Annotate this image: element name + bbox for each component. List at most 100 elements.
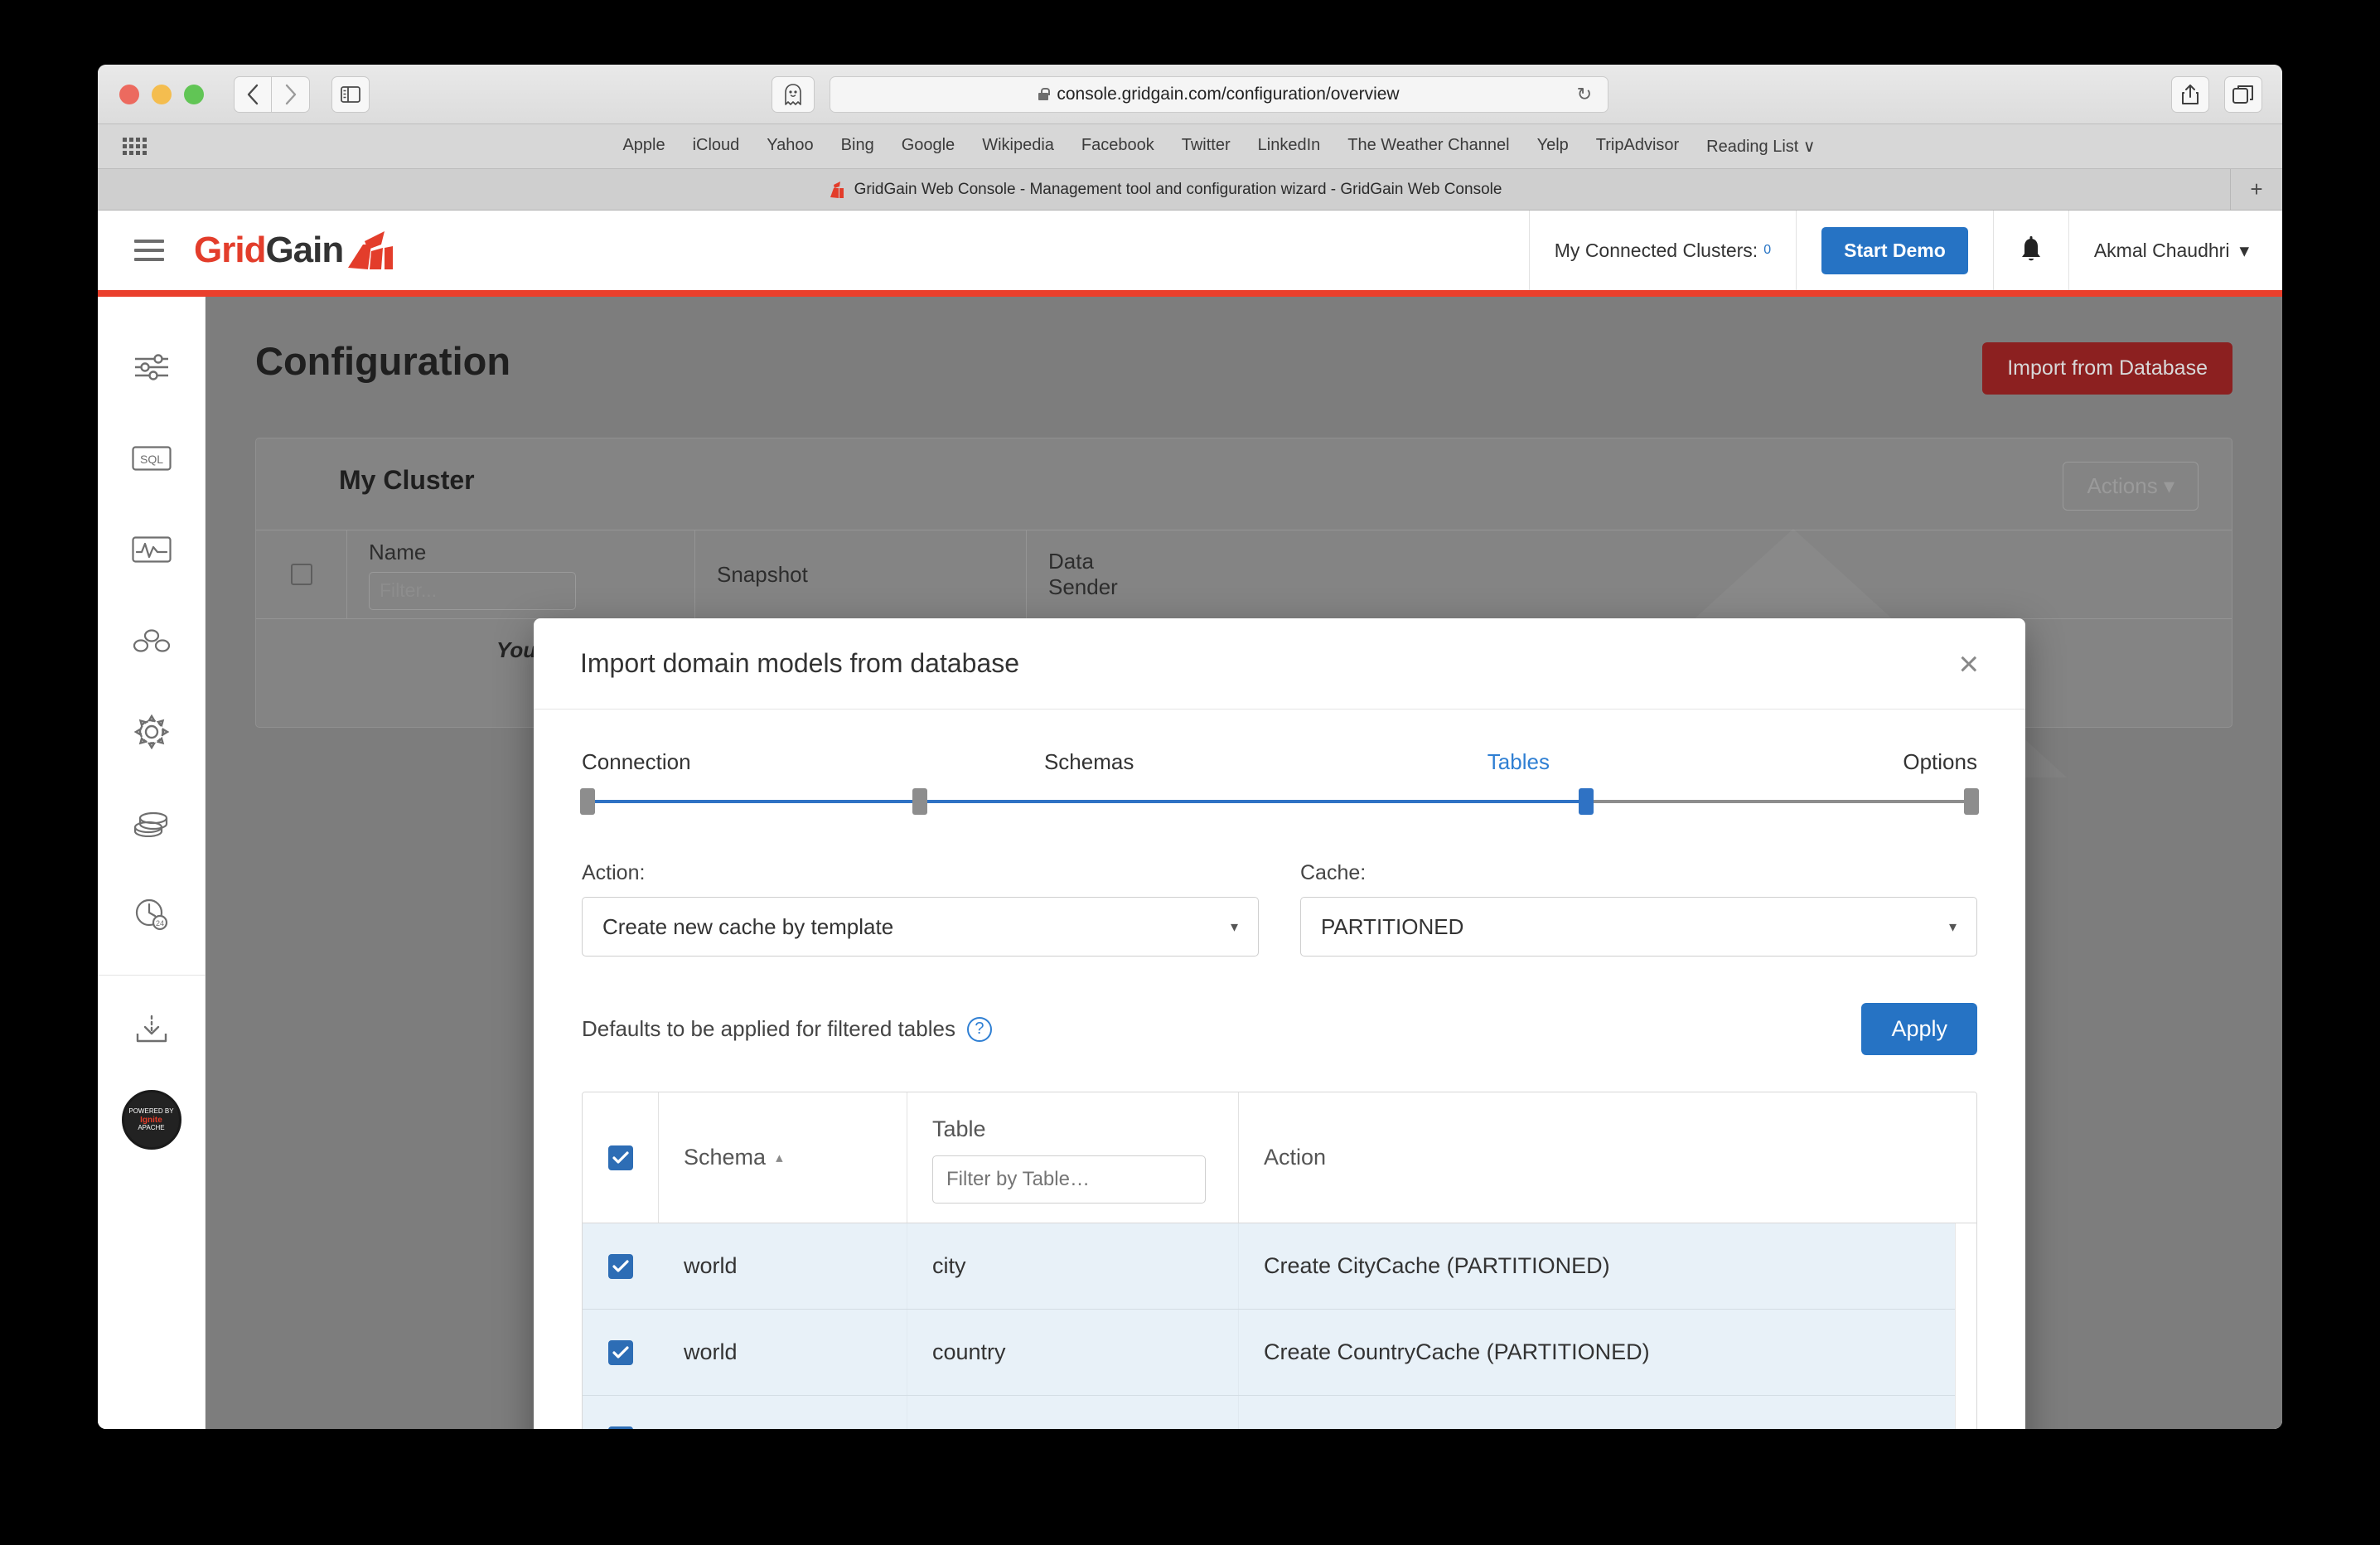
actions-dropdown-button[interactable]: Actions ▾	[2063, 462, 2199, 511]
sidebar-item-settings[interactable]	[98, 686, 206, 777]
sidebar-item-sql[interactable]: SQL	[98, 413, 206, 504]
stepper-marker-schemas[interactable]	[912, 788, 927, 815]
chevron-down-icon: ▾	[1948, 918, 1957, 935]
gridgain-logo[interactable]: GridGain	[194, 230, 394, 271]
table-row[interactable]: world city Create CityCache (PARTITIONED…	[583, 1223, 1976, 1310]
notifications-cell[interactable]	[1992, 211, 2068, 290]
reload-icon[interactable]: ↻	[1577, 84, 1592, 105]
tab-bar: GridGain Web Console - Management tool a…	[98, 169, 2282, 211]
step-label-schemas[interactable]: Schemas	[1044, 749, 1134, 775]
page-title: Configuration	[255, 339, 511, 383]
start-demo-button[interactable]: Start Demo	[1821, 226, 1968, 274]
sidebar-item-history[interactable]: 24	[98, 869, 206, 960]
import-from-database-button[interactable]: Import from Database	[1982, 342, 2232, 395]
bookmark-wikipedia[interactable]: Wikipedia	[982, 136, 1054, 157]
configuration-sliders-icon	[134, 354, 168, 380]
back-button[interactable]	[234, 75, 272, 113]
cache-select[interactable]: PARTITIONED ▾	[1300, 897, 1977, 957]
name-filter-input[interactable]: Filter...	[369, 571, 576, 610]
modal-title: Import domain models from database	[580, 648, 1020, 678]
row-action: Create CityCache (PARTITIONED)	[1264, 1253, 1610, 1278]
url-input[interactable]: console.gridgain.com/configuration/overv…	[830, 75, 1608, 113]
bookmark-linkedin[interactable]: LinkedIn	[1258, 136, 1321, 157]
app-sidebar: SQL 24 POWERED BY Ignite APACHE	[98, 297, 206, 1429]
user-menu[interactable]: Akmal Chaudhri ▾	[2068, 211, 2282, 290]
new-tab-button[interactable]: +	[2231, 169, 2282, 210]
toolbar-right-buttons	[2171, 75, 2262, 113]
stepper-labels: Connection Schemas Tables Options	[582, 749, 1977, 775]
stepper-track	[579, 788, 1980, 815]
select-all-checkbox[interactable]	[290, 564, 312, 585]
sidebar-item-configuration[interactable]	[98, 322, 206, 413]
row-table: countrylanguage	[907, 1396, 1239, 1429]
row-schema: world	[659, 1310, 907, 1395]
apps-grid-icon[interactable]	[123, 138, 147, 155]
stepper-marker-options[interactable]	[1964, 788, 1980, 815]
help-question-icon[interactable]: ?	[966, 1016, 992, 1042]
database-stack-icon	[133, 811, 167, 837]
header-right: My Connected Clusters: 0 Start Demo Akma…	[1528, 211, 2282, 290]
column-header-snapshot: Snapshot	[717, 561, 808, 587]
forward-button[interactable]	[272, 75, 310, 113]
svg-text:24: 24	[155, 919, 163, 927]
bookmark-reading-list[interactable]: Reading List ∨	[1706, 136, 1815, 157]
hamburger-menu-icon[interactable]	[134, 240, 164, 261]
action-select[interactable]: Create new cache by template ▾	[582, 897, 1259, 957]
row-checkbox[interactable]	[608, 1426, 633, 1429]
action-field-label: Action:	[582, 861, 646, 884]
column-header-name: Name	[369, 539, 427, 564]
defaults-description: Defaults to be applied for filtered tabl…	[582, 1016, 955, 1041]
sidebar-item-cluster[interactable]	[98, 595, 206, 686]
bookmark-bing[interactable]: Bing	[841, 136, 874, 157]
sql-icon: SQL	[131, 446, 172, 471]
table-row[interactable]: world country Create CountryCache (PARTI…	[583, 1310, 1976, 1396]
table-row[interactable]: world countrylanguage Create Countrylang…	[583, 1396, 1976, 1429]
row-checkbox[interactable]	[608, 1339, 633, 1365]
stepper-marker-connection[interactable]	[579, 788, 595, 815]
gridgain-favicon	[830, 181, 844, 198]
minimize-window-button[interactable]	[152, 84, 172, 104]
column-header-schema-label: Schema	[684, 1145, 767, 1170]
bookmark-yelp[interactable]: Yelp	[1537, 136, 1569, 157]
download-agent-icon	[136, 1015, 167, 1043]
stepper-marker-tables[interactable]	[1579, 788, 1594, 815]
brand-accent-bar	[98, 290, 2282, 297]
bookmark-yahoo[interactable]: Yahoo	[767, 136, 813, 157]
table-filter-input[interactable]	[932, 1155, 1206, 1204]
column-header-schema[interactable]: Schema ▴	[659, 1092, 907, 1223]
sidebar-toggle-icon[interactable]	[331, 75, 370, 113]
wizard-stepper: Connection Schemas Tables Options	[579, 710, 1980, 815]
bookmark-twitter[interactable]: Twitter	[1182, 136, 1231, 157]
bookmark-weather-channel[interactable]: The Weather Channel	[1347, 136, 1509, 157]
share-icon[interactable]	[2171, 75, 2209, 113]
sidebar-item-download-agent[interactable]	[98, 984, 206, 1075]
apache-ignite-badge[interactable]: POWERED BY Ignite APACHE	[121, 1090, 181, 1150]
bookmark-icloud[interactable]: iCloud	[693, 136, 740, 157]
bookmark-tripadvisor[interactable]: TripAdvisor	[1596, 136, 1679, 157]
sidebar-item-monitoring[interactable]	[98, 504, 206, 595]
apply-button[interactable]: Apply	[1861, 1003, 1977, 1055]
bookmark-apple[interactable]: Apple	[622, 136, 665, 157]
notification-bell-icon[interactable]	[2019, 236, 2044, 264]
step-label-options[interactable]: Options	[1903, 749, 1977, 775]
bookmark-facebook[interactable]: Facebook	[1081, 136, 1154, 157]
row-action: Create CountrylanguageCache (PARTITIONED…	[1239, 1396, 1976, 1429]
bookmark-google[interactable]: Google	[902, 136, 955, 157]
table-vertical-scrollbar[interactable]	[1955, 1223, 1976, 1429]
step-label-tables[interactable]: Tables	[1488, 749, 1550, 775]
close-icon[interactable]: ×	[1958, 646, 1979, 681]
tab-overview-icon[interactable]	[2224, 75, 2262, 113]
defaults-form-row: Action: Create new cache by template ▾ C…	[582, 861, 1977, 957]
browser-tab-active[interactable]: GridGain Web Console - Management tool a…	[98, 169, 2231, 210]
sidebar-item-caches[interactable]	[98, 777, 206, 869]
close-window-button[interactable]	[119, 84, 139, 104]
cluster-table-header: Name Filter... Snapshot Data Sender	[256, 530, 2232, 619]
row-schema: world	[659, 1396, 907, 1429]
modal-header: Import domain models from database ×	[534, 618, 2025, 710]
select-all-checkbox[interactable]	[607, 1145, 633, 1170]
row-checkbox[interactable]	[608, 1253, 633, 1279]
maximize-window-button[interactable]	[184, 84, 204, 104]
ghostery-icon[interactable]	[772, 75, 815, 113]
row-schema: world	[659, 1223, 907, 1309]
step-label-connection[interactable]: Connection	[582, 749, 691, 775]
